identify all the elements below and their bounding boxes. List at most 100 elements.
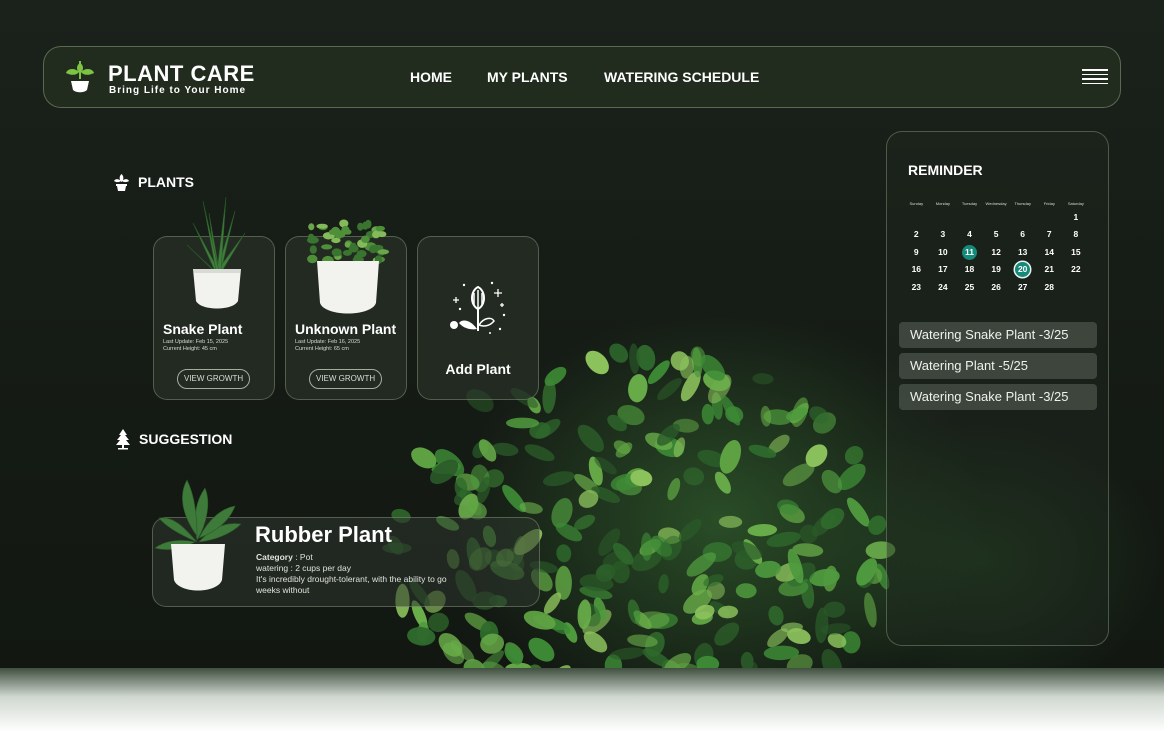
calendar-day[interactable]: 21 — [1036, 261, 1063, 278]
calendar-day[interactable]: 22 — [1063, 261, 1090, 278]
calendar-weekday: Sunday — [909, 201, 924, 206]
add-plant-label: Add Plant — [445, 361, 511, 377]
calendar-day-number: 25 — [964, 281, 975, 292]
category-label: Category — [256, 552, 293, 562]
calendar-day[interactable]: 4 — [956, 226, 983, 243]
floor-reflection — [0, 668, 1164, 732]
reminder-title: REMINDER — [908, 162, 983, 178]
suggestion-plant-name: Rubber Plant — [255, 522, 392, 547]
calendar-day — [1063, 279, 1090, 296]
plants-heading: PLANTS — [113, 172, 194, 192]
calendar-day[interactable]: 26 — [983, 279, 1010, 296]
calendar-day-number: 9 — [913, 246, 919, 257]
hamburger-menu-icon[interactable] — [1082, 69, 1108, 84]
tree-icon — [116, 429, 130, 450]
calendar-day-number: 7 — [1046, 229, 1052, 240]
plant-last-update: Last Update: Feb 16, 2025 — [295, 339, 361, 345]
calendar-day[interactable]: 6 — [1009, 226, 1036, 243]
calendar-weekday-row: Sunday Monday Tuesday Wednesday Thursday Frid… — [903, 199, 1093, 209]
calendar-day-number: 6 — [1020, 229, 1026, 240]
calendar-day[interactable]: 2 — [903, 226, 930, 243]
calendar-day-number: 20 — [1015, 262, 1031, 278]
calendar-day-number: 19 — [991, 264, 1001, 275]
calendar-day[interactable]: 1 — [1063, 209, 1090, 226]
view-growth-button[interactable]: VIEW GROWTH — [309, 369, 383, 389]
calendar-day[interactable]: 18 — [956, 261, 983, 278]
calendar-day[interactable]: 20 — [1009, 261, 1036, 278]
calendar-day[interactable]: 5 — [983, 226, 1010, 243]
calendar-weekday: Saturday — [1067, 201, 1084, 206]
calendar-weekday: Monday — [935, 201, 950, 206]
nav-my-plants[interactable]: MY PLANTS — [487, 69, 568, 85]
suggestion-card[interactable]: Rubber Plant Category : Pot watering : 2… — [152, 479, 540, 607]
calendar-weekday: Tuesday — [961, 201, 978, 206]
calendar-day[interactable]: 24 — [930, 279, 957, 296]
plant-meta: Last Update: Feb 15, 2025 Current Height… — [163, 339, 228, 353]
calendar-day-number: 27 — [1017, 281, 1028, 292]
snake-plant-image — [186, 196, 246, 309]
plant-logo-icon — [66, 61, 94, 93]
calendar-weekday: Friday — [1043, 201, 1055, 206]
calendar-week-row: 9 10 11 12 13 14 15 — [903, 244, 1093, 261]
category-value: : Pot — [292, 552, 313, 562]
calendar-day-number: 22 — [1071, 264, 1081, 275]
brand-tagline: Bring Life to Your Home — [109, 85, 247, 96]
plant-current-height: Current Height: 65 cm — [295, 346, 349, 352]
calendar-day-number: 3 — [940, 229, 946, 240]
calendar-week-row: 16 17 18 19 20 21 22 — [903, 261, 1093, 278]
calendar-day — [903, 209, 930, 226]
calendar-day[interactable]: 27 — [1009, 279, 1036, 296]
plant-name: Unknown Plant — [295, 321, 397, 337]
calendar-day — [1009, 209, 1036, 226]
calendar-day[interactable]: 12 — [983, 244, 1010, 261]
calendar-day[interactable]: 15 — [1063, 244, 1090, 261]
calendar-day-number: 8 — [1073, 229, 1079, 240]
calendar-day[interactable]: 10 — [930, 244, 957, 261]
calendar-day[interactable]: 17 — [930, 261, 957, 278]
calendar-week-row: 1 — [903, 209, 1093, 226]
calendar-day-number: 1 — [1073, 212, 1079, 222]
calendar-day — [956, 209, 983, 226]
calendar-day[interactable]: 23 — [903, 279, 930, 296]
calendar-day[interactable]: 11 — [956, 244, 983, 261]
plant-meta: Last Update: Feb 16, 2025 Current Height… — [295, 339, 360, 353]
calendar-day-number: 21 — [1044, 264, 1054, 275]
calendar-day[interactable]: 28 — [1036, 279, 1063, 296]
reminder-item[interactable]: Watering Plant -5/25 — [899, 353, 1097, 379]
plant-last-update: Last Update: Feb 15, 2025 — [163, 339, 229, 345]
add-plant-card[interactable]: Add Plant — [417, 236, 539, 400]
calendar-day[interactable]: 3 — [930, 226, 957, 243]
calendar-day[interactable]: 7 — [1036, 226, 1063, 243]
suggestion-watering: watering : 2 cups per day — [256, 563, 351, 573]
unknown-plant-image — [307, 219, 390, 314]
suggestion-heading-label: SUGGESTION — [139, 431, 233, 447]
calendar-day-number: 5 — [993, 229, 999, 240]
calendar-day[interactable]: 19 — [983, 261, 1010, 278]
suggestion-desc-2: weeks without — [256, 585, 310, 595]
calendar-day[interactable]: 25 — [956, 279, 983, 296]
calendar-day[interactable]: 14 — [1036, 244, 1063, 261]
calendar-day-number: 15 — [1071, 246, 1081, 257]
calendar-day-number: 13 — [1017, 246, 1028, 257]
nav-home[interactable]: HOME — [410, 69, 452, 85]
calendar-day[interactable]: 13 — [1009, 244, 1036, 261]
calendar-day[interactable]: 16 — [903, 261, 930, 278]
calendar-day — [1036, 209, 1063, 226]
plant-card-unknown[interactable]: Unknown Plant Last Update: Feb 16, 2025 … — [285, 219, 407, 400]
plant-card-snake[interactable]: Snake Plant Last Update: Feb 15, 2025 Cu… — [153, 196, 275, 400]
potted-plant-icon — [114, 174, 129, 191]
reminder-item[interactable]: Watering Snake Plant -3/25 — [899, 384, 1097, 410]
app-background: PLANT CARE Bring Life to Your Home HOME … — [0, 0, 1164, 668]
reminder-item[interactable]: Watering Snake Plant -3/25 — [899, 322, 1097, 348]
calendar-day-number: 2 — [913, 229, 919, 240]
calendar-weekday: Wednesday — [985, 201, 1007, 206]
nav-watering-schedule[interactable]: WATERING SCHEDULE — [604, 69, 759, 85]
calendar-day — [983, 209, 1010, 226]
calendar-day-number: 10 — [938, 246, 948, 257]
calendar-day[interactable]: 9 — [903, 244, 930, 261]
calendar-day — [930, 209, 957, 226]
view-growth-button[interactable]: VIEW GROWTH — [177, 369, 251, 389]
calendar-day[interactable]: 8 — [1063, 226, 1090, 243]
calendar-week-row: 2 3 4 5 6 7 8 — [903, 226, 1093, 243]
calendar-day-number: 18 — [964, 264, 975, 275]
